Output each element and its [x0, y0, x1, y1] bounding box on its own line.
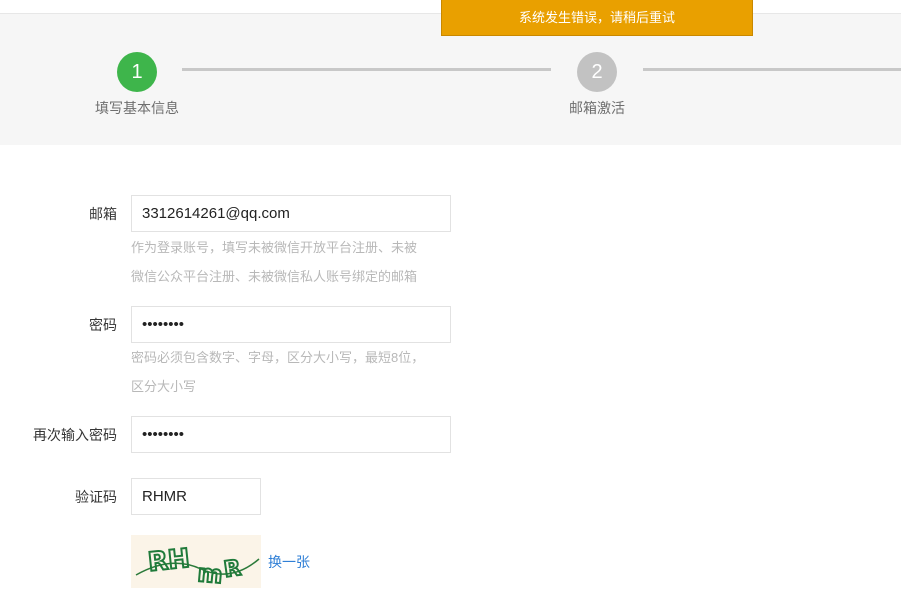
svg-text:R: R	[222, 556, 242, 583]
step-2-label: 邮箱激活	[569, 100, 625, 116]
step-2-circle: 2	[577, 52, 617, 92]
password-hint-line: 密码必须包含数字、字母，区分大小写，最短8位，	[131, 350, 425, 365]
step-1-label: 填写基本信息	[95, 100, 179, 116]
password-hint: 密码必须包含数字、字母，区分大小写，最短8位， 区分大小写	[131, 343, 451, 401]
email-field[interactable]: 3312614261@qq.com	[131, 195, 451, 232]
email-label: 邮箱	[89, 206, 117, 222]
register-page: 1 填写基本信息 2 邮箱激活 系统发生错误，请稍后重试 邮箱 33126142…	[0, 0, 901, 607]
change-captcha-link[interactable]: 换一张	[268, 552, 310, 572]
password-label: 密码	[89, 317, 117, 333]
password-field[interactable]: ••••••••	[131, 306, 451, 343]
email-hint-line: 微信公众平台注册、未被微信私人账号绑定的邮箱	[131, 269, 418, 284]
captcha-label: 验证码	[75, 489, 117, 505]
step-1-circle: 1	[117, 52, 157, 92]
confirm-password-field[interactable]: ••••••••	[131, 416, 451, 453]
email-hint-line: 作为登录账号，填写未被微信开放平台注册、未被	[131, 240, 418, 255]
email-hint: 作为登录账号，填写未被微信开放平台注册、未被 微信公众平台注册、未被微信私人账号…	[131, 233, 451, 291]
password-hint-line: 区分大小写	[131, 379, 197, 394]
svg-text:m: m	[196, 559, 223, 588]
step-connector	[643, 68, 901, 71]
error-toast: 系统发生错误，请稍后重试	[441, 0, 753, 36]
confirm-password-label: 再次输入密码	[33, 427, 117, 443]
captcha-input[interactable]: RHMR	[131, 478, 261, 515]
captcha-glyphs: RH	[147, 544, 192, 578]
step-connector	[182, 68, 551, 71]
captcha-image[interactable]: RH m R	[131, 535, 261, 588]
